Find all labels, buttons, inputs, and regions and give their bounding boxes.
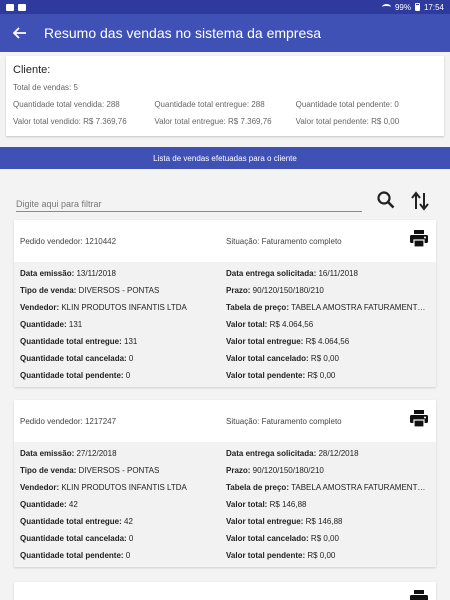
value-delivered: Valor total entregue: R$ 7.369,76 — [154, 117, 272, 126]
battery-icon — [414, 3, 420, 11]
value-pending: Valor total pendente: R$ 0,00 — [295, 117, 400, 126]
total-sales: Total de vendas: 5 — [13, 83, 78, 92]
order-row: Data emissão: 27/12/2018 Data entrega sol… — [20, 449, 359, 458]
notification-icon — [6, 3, 14, 11]
order-row: Quantidade total entregue: 131 Valor tota… — [20, 337, 350, 346]
qty-pending: Quantidade total pendente: 0 — [295, 100, 399, 109]
order-row: Tipo de venda: DIVERSOS - PONTAS Prazo: 9… — [20, 286, 324, 295]
order-details: Data emissão: 27/12/2018 Data entrega sol… — [14, 442, 436, 567]
order-row: Tipo de venda: DIVERSOS - PONTAS Prazo: 9… — [20, 466, 324, 475]
order-status: Situação: Faturamento completo — [226, 416, 342, 426]
printer-icon[interactable] — [410, 410, 428, 427]
client-title: Cliente: — [13, 64, 51, 76]
arrow-left-icon — [13, 27, 26, 39]
search-icon[interactable] — [376, 190, 396, 210]
order-row: Quantidade: 131 Valor total: R$ 4.064,56 — [20, 320, 314, 329]
value-sold: Valor total vendido: R$ 7.369,76 — [13, 117, 127, 126]
order-card[interactable]: Pedido vendedor: 1217247 Situação: Fatur… — [14, 400, 436, 567]
back-button[interactable] — [0, 14, 40, 52]
order-status: Situação: Faturamento completo — [226, 236, 342, 246]
order-row: Quantidade total entregue: 42 Valor total… — [20, 517, 343, 526]
filter-input[interactable] — [16, 196, 362, 212]
order-card[interactable] — [14, 582, 436, 600]
qty-delivered: Quantidade total entregue: 288 — [154, 100, 265, 109]
order-row: Data emissão: 13/11/2018 Data entrega sol… — [20, 269, 358, 278]
order-card[interactable]: Pedido vendedor: 1210442 Situação: Fatur… — [14, 220, 436, 387]
printer-icon[interactable] — [410, 230, 428, 247]
battery-level: 99% — [394, 2, 411, 12]
wifi-icon — [381, 4, 391, 10]
order-row: Quantidade: 42 Valor total: R$ 146,88 — [20, 500, 307, 509]
order-number: Pedido vendedor: 1217247 — [20, 416, 117, 426]
sort-icon[interactable] — [410, 190, 430, 212]
order-row: Quantidade total pendente: 0 Valor total … — [20, 551, 336, 560]
status-bar: 99% 17:54 — [0, 0, 450, 14]
sales-list-header: Lista de vendas efetuadas para o cliente — [0, 147, 450, 169]
page-title: Resumo das vendas no sistema da empresa — [44, 25, 322, 41]
order-row: Quantidade total cancelada: 0 Valor total… — [20, 354, 339, 363]
printer-icon[interactable] — [410, 590, 428, 600]
order-number: Pedido vendedor: 1210442 — [20, 236, 117, 246]
image-notification-icon — [18, 3, 26, 11]
order-row: Quantidade total pendente: 0 Valor total … — [20, 371, 336, 380]
order-row: Vendedor: KLIN PRODUTOS INFANTIS LTDA Tab… — [20, 483, 430, 492]
order-row: Quantidade total cancelada: 0 Valor total… — [20, 534, 339, 543]
client-summary-card: Cliente: Total de vendas: 5 Quantidade t… — [6, 56, 444, 136]
qty-sold: Quantidade total vendida: 288 — [13, 100, 120, 109]
app-bar: Resumo das vendas no sistema da empresa — [0, 14, 450, 52]
clock: 17:54 — [423, 2, 444, 12]
order-details: Data emissão: 13/11/2018 Data entrega sol… — [14, 262, 436, 387]
order-row: Vendedor: KLIN PRODUTOS INFANTIS LTDA Tab… — [20, 303, 430, 312]
